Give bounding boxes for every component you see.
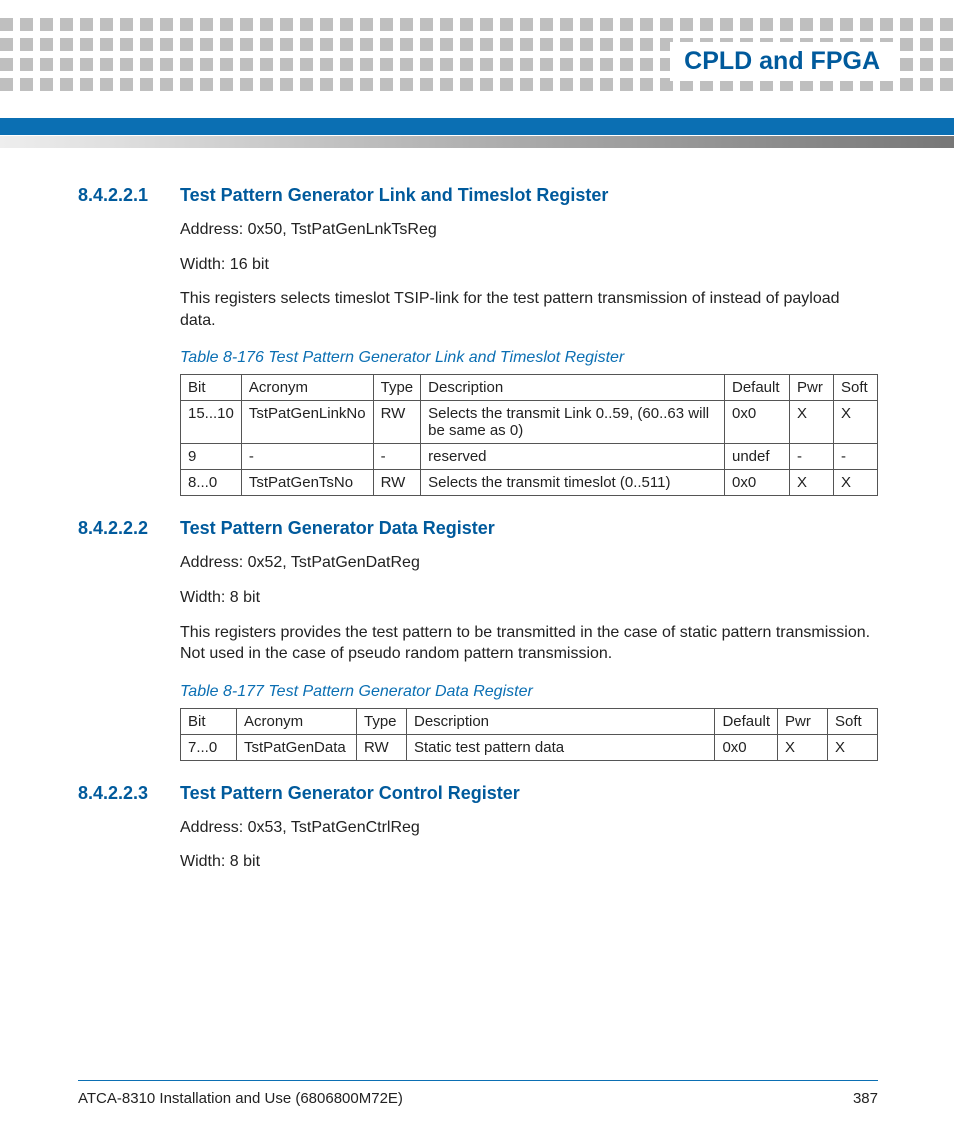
footer-rule [78, 1080, 878, 1081]
body-paragraph: Address: 0x53, TstPatGenCtrlReg [180, 817, 878, 839]
header-grey-gradient [0, 136, 954, 148]
table-header-cell: Description [421, 375, 725, 401]
table-cell: X [778, 734, 828, 760]
table-cell: 7...0 [181, 734, 237, 760]
table-header-cell: Pwr [778, 708, 828, 734]
table-cell: Selects the transmit Link 0..59, (60..63… [421, 401, 725, 444]
table-header-cell: Bit [181, 375, 242, 401]
table-cell: 0x0 [725, 470, 790, 496]
register-table: BitAcronymTypeDescriptionDefaultPwrSoft1… [180, 374, 878, 496]
table-cell: 9 [181, 444, 242, 470]
table-header-cell: Description [407, 708, 715, 734]
table-cell: undef [725, 444, 790, 470]
section-heading: 8.4.2.2.1 Test Pattern Generator Link and… [78, 185, 878, 206]
table-cell: X [790, 401, 834, 444]
section-number: 8.4.2.2.1 [78, 185, 164, 206]
table-header-cell: Acronym [241, 375, 373, 401]
section-number: 8.4.2.2.2 [78, 518, 164, 539]
table-row: 15...10TstPatGenLinkNoRWSelects the tran… [181, 401, 878, 444]
body-paragraph: This registers selects timeslot TSIP-lin… [180, 288, 878, 331]
table-cell: 0x0 [715, 734, 778, 760]
body-paragraph: Address: 0x50, TstPatGenLnkTsReg [180, 219, 878, 241]
table-caption: Table 8-176 Test Pattern Generator Link … [180, 349, 878, 367]
table-cell: reserved [421, 444, 725, 470]
table-header-cell: Default [715, 708, 778, 734]
table-cell: - [790, 444, 834, 470]
table-header-cell: Bit [181, 708, 237, 734]
body-paragraph: This registers provides the test pattern… [180, 622, 878, 665]
body-paragraph: Width: 16 bit [180, 254, 878, 276]
table-header-cell: Soft [834, 375, 878, 401]
table-cell: X [790, 470, 834, 496]
table-header-cell: Soft [828, 708, 878, 734]
section-title: Test Pattern Generator Link and Timeslot… [180, 185, 608, 206]
table-cell: - [241, 444, 373, 470]
table-header-cell: Pwr [790, 375, 834, 401]
table-cell: Static test pattern data [407, 734, 715, 760]
body-paragraph: Address: 0x52, TstPatGenDatReg [180, 552, 878, 574]
chapter-title: CPLD and FPGA [670, 42, 894, 81]
table-cell: RW [373, 470, 421, 496]
table-header-cell: Acronym [237, 708, 357, 734]
table-header-row: BitAcronymTypeDescriptionDefaultPwrSoft [181, 708, 878, 734]
table-row: 8...0TstPatGenTsNoRWSelects the transmit… [181, 470, 878, 496]
table-cell: - [834, 444, 878, 470]
footer-doc-title: ATCA-8310 Installation and Use (6806800M… [78, 1090, 403, 1107]
section-title: Test Pattern Generator Control Register [180, 783, 520, 804]
header-blue-bar [0, 118, 954, 135]
table-cell: X [828, 734, 878, 760]
table-row: 9--reservedundef-- [181, 444, 878, 470]
table-cell: RW [373, 401, 421, 444]
table-cell: 15...10 [181, 401, 242, 444]
table-header-cell: Type [357, 708, 407, 734]
section-heading: 8.4.2.2.2 Test Pattern Generator Data Reg… [78, 518, 878, 539]
table-cell: - [373, 444, 421, 470]
page-content: 8.4.2.2.1 Test Pattern Generator Link and… [78, 185, 878, 873]
section-heading: 8.4.2.2.3 Test Pattern Generator Control … [78, 783, 878, 804]
page-footer: ATCA-8310 Installation and Use (6806800M… [78, 1090, 878, 1107]
section-number: 8.4.2.2.3 [78, 783, 164, 804]
table-cell: TstPatGenTsNo [241, 470, 373, 496]
table-cell: 8...0 [181, 470, 242, 496]
body-paragraph: Width: 8 bit [180, 587, 878, 609]
section-body: Address: 0x52, TstPatGenDatReg Width: 8 b… [180, 552, 878, 760]
table-header-cell: Default [725, 375, 790, 401]
table-header-cell: Type [373, 375, 421, 401]
table-cell: 0x0 [725, 401, 790, 444]
table-cell: RW [357, 734, 407, 760]
table-cell: X [834, 470, 878, 496]
section-title: Test Pattern Generator Data Register [180, 518, 495, 539]
table-cell: X [834, 401, 878, 444]
table-caption: Table 8-177 Test Pattern Generator Data … [180, 683, 878, 701]
footer-page-number: 387 [853, 1090, 878, 1107]
register-table: BitAcronymTypeDescriptionDefaultPwrSoft7… [180, 708, 878, 761]
table-cell: Selects the transmit timeslot (0..511) [421, 470, 725, 496]
section-body: Address: 0x53, TstPatGenCtrlReg Width: 8 … [180, 817, 878, 873]
table-cell: TstPatGenData [237, 734, 357, 760]
table-cell: TstPatGenLinkNo [241, 401, 373, 444]
table-header-row: BitAcronymTypeDescriptionDefaultPwrSoft [181, 375, 878, 401]
section-body: Address: 0x50, TstPatGenLnkTsReg Width: 1… [180, 219, 878, 496]
table-row: 7...0TstPatGenDataRWStatic test pattern … [181, 734, 878, 760]
body-paragraph: Width: 8 bit [180, 851, 878, 873]
